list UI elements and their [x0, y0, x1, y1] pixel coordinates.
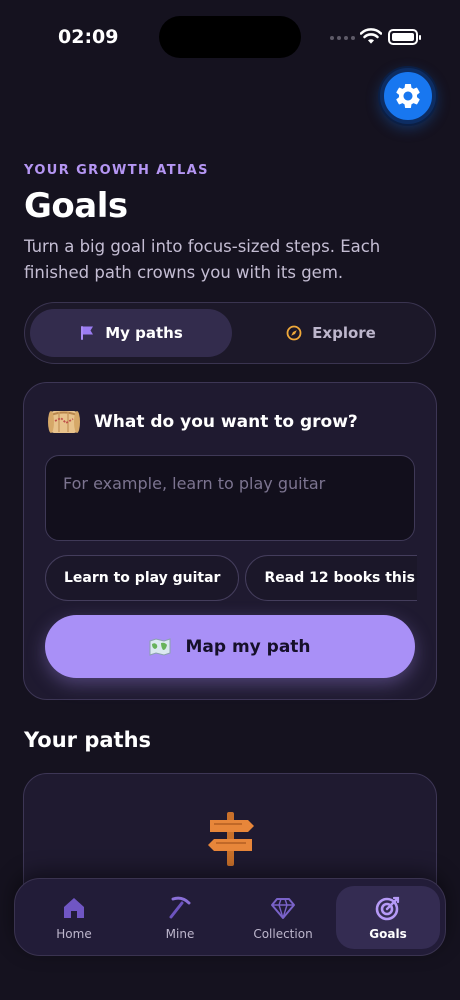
tab-collection[interactable]: Collection — [231, 886, 335, 949]
composer-header: What do you want to grow? — [48, 407, 358, 437]
status-bar: 02:09 — [0, 0, 460, 76]
page-title: Goals — [24, 186, 128, 226]
gem-icon — [271, 897, 295, 919]
tab-home-label: Home — [56, 926, 92, 941]
pickaxe-icon — [169, 896, 191, 918]
wifi-icon — [360, 28, 382, 44]
world-map-icon — [149, 637, 171, 656]
page-eyebrow: YOUR GROWTH ATLAS — [24, 163, 209, 178]
your-paths-heading: Your paths — [24, 728, 152, 752]
tab-goals[interactable]: Goals — [336, 886, 440, 949]
map-my-path-button[interactable]: Map my path — [45, 615, 415, 678]
suggestion-chip[interactable]: Learn to play guitar — [45, 555, 240, 601]
tab-mine[interactable]: Mine — [128, 886, 232, 949]
tab-collection-label: Collection — [253, 926, 313, 941]
tab-my-paths[interactable]: My paths — [30, 309, 232, 357]
target-icon — [375, 896, 400, 920]
battery-icon — [388, 29, 421, 45]
scroll-map-icon — [48, 411, 80, 433]
goal-composer-card: What do you want to grow? Learn to play … — [23, 382, 437, 700]
flag-icon — [81, 326, 94, 340]
composer-title: What do you want to grow? — [94, 412, 358, 432]
signal-icon — [330, 36, 355, 40]
bottom-tab-bar: Home Mine Collection Goals — [14, 878, 446, 956]
suggestion-chips: Learn to play guitarRead 12 books this y… — [45, 555, 417, 601]
page-subtitle: Turn a big goal into focus-sized steps. … — [24, 237, 381, 282]
dynamic-island — [159, 16, 301, 58]
gear-icon — [396, 84, 420, 108]
status-time: 02:09 — [58, 26, 119, 48]
tab-my-paths-label: My paths — [105, 324, 183, 342]
segmented-control: My paths Explore — [24, 302, 436, 364]
map-my-path-label: Map my path — [185, 636, 311, 657]
tab-explore-label: Explore — [312, 324, 376, 342]
goal-input[interactable] — [45, 455, 415, 541]
suggestion-chip[interactable]: Read 12 books this year — [245, 555, 417, 601]
home-icon — [64, 897, 84, 918]
settings-button[interactable] — [380, 68, 436, 124]
tab-mine-label: Mine — [165, 926, 195, 941]
tab-goals-label: Goals — [369, 926, 407, 941]
tab-explore[interactable]: Explore — [230, 309, 432, 357]
compass-icon — [286, 325, 302, 341]
tab-home[interactable]: Home — [22, 886, 126, 949]
signpost-icon — [208, 812, 254, 866]
